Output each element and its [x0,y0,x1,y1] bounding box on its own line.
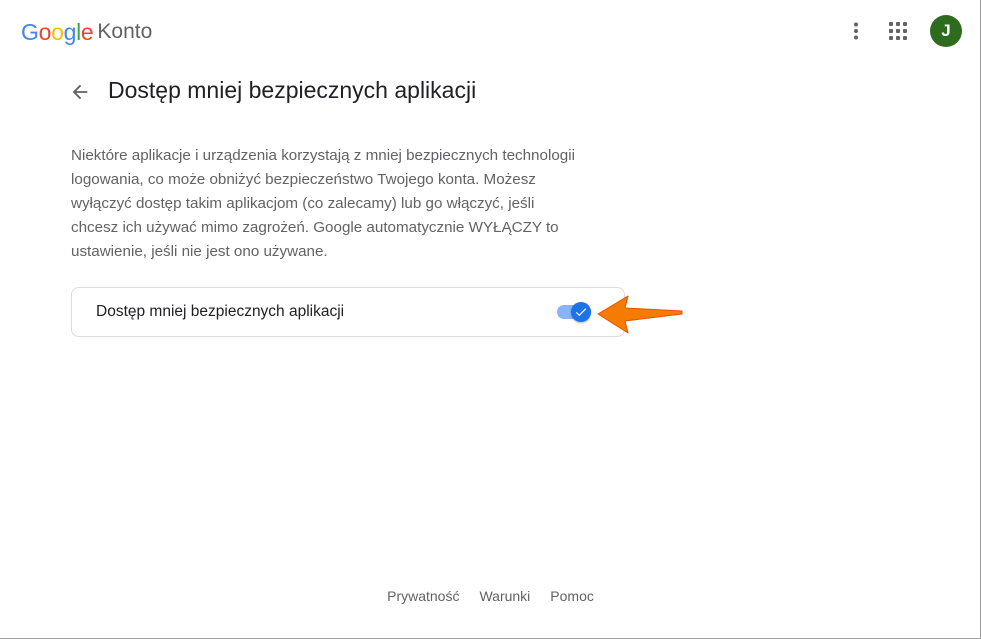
window-frame: Google Konto J Dostęp mniej bezpiecznych… [0,0,981,639]
account-avatar[interactable]: J [930,15,962,47]
logo-letter: o [38,18,52,45]
google-account-logo[interactable]: Google Konto [21,18,152,46]
footer: Prywatność Warunki Pomoc [0,588,981,604]
description-line: chcesz ich używać mimo zagrożeń. Google … [71,219,559,236]
description-line: ustawienie, jeśli nie jest ono używane. [71,243,328,260]
logo-letter: g [63,18,77,45]
description-line: wyłączyć dostęp takim aplikacjom (co zal… [71,195,535,212]
google-wordmark: Google [21,18,94,46]
less-secure-apps-setting-card[interactable]: Dostęp mniej bezpiecznych aplikacji [71,287,625,337]
description-text: Niektóre aplikacje i urządzenia korzysta… [71,144,631,264]
product-name: Konto [97,20,153,43]
footer-link-help[interactable]: Pomoc [550,588,594,604]
google-apps-button[interactable] [880,13,916,49]
back-button[interactable] [64,76,96,108]
toggle-thumb [571,302,591,322]
description-line: logowania, co może obniżyć bezpieczeństw… [71,171,536,188]
less-secure-apps-toggle[interactable] [555,300,595,324]
footer-link-terms[interactable]: Warunki [479,588,530,604]
more-options-button[interactable] [838,13,874,49]
description-line: Niektóre aplikacje i urządzenia korzysta… [71,147,575,164]
logo-letter: G [21,18,39,45]
setting-label: Dostęp mniej bezpiecznych aplikacji [96,303,345,320]
logo-letter: e [80,18,94,45]
logo-letter: o [51,18,64,45]
page-title: Dostęp mniej bezpiecznych aplikacji [108,77,477,103]
check-icon [575,308,587,317]
apps-grid-icon [889,22,907,40]
more-vert-icon [854,22,858,40]
arrow-back-icon [72,84,88,100]
annotation-arrow-icon [597,295,683,334]
footer-link-privacy[interactable]: Prywatność [387,588,459,604]
